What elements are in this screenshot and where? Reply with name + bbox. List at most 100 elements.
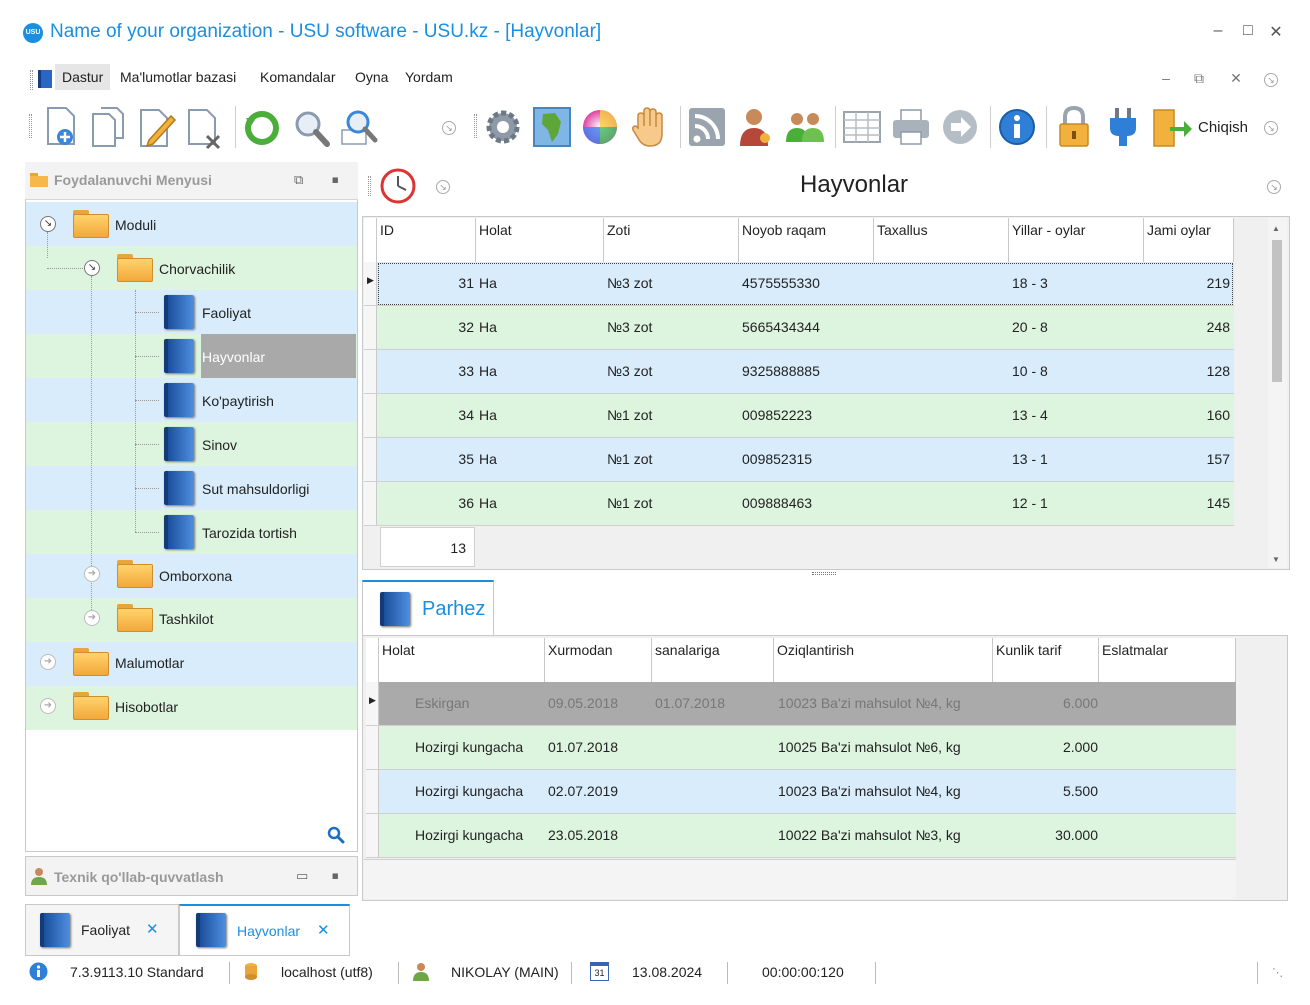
delete-record-icon[interactable] <box>183 104 225 150</box>
row-indicator[interactable] <box>364 394 377 438</box>
tree-label-faoliyat[interactable]: Faoliyat <box>202 305 251 321</box>
print-icon[interactable] <box>890 104 932 150</box>
exit-door-icon[interactable] <box>1150 104 1192 150</box>
column-header-eslatmalar[interactable]: Eslatmalar <box>1099 638 1236 682</box>
table-row[interactable]: 36 Ha №1 zot 009888463 12 - 1 145 <box>377 482 1234 526</box>
expand-icon[interactable]: ➜ <box>40 698 56 714</box>
mdi-minimize-icon[interactable]: – <box>1157 70 1175 86</box>
doc-tab-label[interactable]: Hayvonlar <box>237 923 300 939</box>
exit-button-label[interactable]: Chiqish <box>1198 119 1248 136</box>
row-indicator[interactable]: ▶ <box>364 262 377 306</box>
column-header-oziqlantirish[interactable]: Oziqlantirish <box>774 638 993 682</box>
column-header-sanalariga[interactable]: sanalariga <box>652 638 774 682</box>
menu-komandalar[interactable]: Komandalar <box>253 64 343 90</box>
close-icon[interactable]: ✕ <box>1266 22 1286 42</box>
splitter-handle[interactable] <box>812 572 836 575</box>
view-grip-handle[interactable] <box>368 176 371 196</box>
column-header-holat[interactable]: Holat <box>379 638 545 682</box>
search-icon[interactable] <box>290 104 332 150</box>
tree-label-tarozida-tortish[interactable]: Tarozida tortish <box>202 525 297 541</box>
column-header-id[interactable]: ID <box>377 218 476 262</box>
rss-feed-icon[interactable] <box>686 104 728 150</box>
menu-dastur[interactable]: Dastur <box>55 64 111 90</box>
column-header-xurmodan[interactable]: Xurmodan <box>545 638 652 682</box>
row-indicator[interactable] <box>364 438 377 482</box>
table-row[interactable]: Eskirgan 09.05.2018 01.07.2018 10023 Ba'… <box>379 682 1236 726</box>
edit-record-icon[interactable] <box>135 104 177 150</box>
column-header-zoti[interactable]: Zoti <box>604 218 739 262</box>
table-row[interactable]: Hozirgi kungacha 23.05.2018 10022 Ba'zi … <box>379 814 1236 858</box>
map-icon[interactable] <box>531 104 573 150</box>
toolbar-grip-handle[interactable] <box>29 114 32 138</box>
advanced-search-icon[interactable] <box>338 104 380 150</box>
column-header-holat[interactable]: Holat <box>476 218 604 262</box>
add-record-icon[interactable] <box>40 104 82 150</box>
column-header-jami-oylar[interactable]: Jami oylar <box>1144 218 1234 262</box>
expand-icon[interactable]: ➜ <box>40 654 56 670</box>
tree-label-moduli[interactable]: Moduli <box>115 217 156 233</box>
collapse-icon[interactable]: ↘ <box>40 216 56 232</box>
table-row[interactable]: Hozirgi kungacha 02.07.2019 10023 Ba'zi … <box>379 770 1236 814</box>
table-row[interactable]: 32 Ha №3 zot 5665434344 20 - 8 248 <box>377 306 1234 350</box>
forward-arrow-icon[interactable] <box>939 104 981 150</box>
scroll-down-icon[interactable]: ▼ <box>1272 555 1280 564</box>
table-grid-icon[interactable] <box>841 104 883 150</box>
copy-record-icon[interactable] <box>87 104 129 150</box>
pin-icon[interactable]: ⏹ <box>332 172 339 188</box>
tree-label-hayvonlar[interactable]: Hayvonlar <box>202 349 265 365</box>
plug-icon[interactable] <box>1102 104 1144 150</box>
row-indicator[interactable] <box>364 306 377 350</box>
pin-icon[interactable]: ⏹ <box>332 868 339 884</box>
restore-panel-icon[interactable]: ▭ <box>296 868 308 884</box>
row-indicator[interactable] <box>366 770 379 814</box>
menu-oyna[interactable]: Oyna <box>348 64 395 90</box>
menu-grip-handle[interactable] <box>30 70 33 90</box>
row-indicator[interactable] <box>364 482 377 526</box>
view-overflow-icon-2[interactable]: ↘ <box>1267 180 1281 194</box>
column-header-yillar-oylar[interactable]: Yillar - oylar <box>1009 218 1144 262</box>
clock-icon[interactable] <box>380 168 416 204</box>
toolbar-overflow-icon-2[interactable]: ↘ <box>1264 121 1278 135</box>
settings-gear-icon[interactable] <box>482 104 524 150</box>
maximize-icon[interactable]: □ <box>1238 22 1258 40</box>
scrollbar-thumb[interactable] <box>1272 240 1282 382</box>
tree-label-malumotlar[interactable]: Malumotlar <box>115 655 184 671</box>
table-row[interactable]: 35 Ha №1 zot 009852315 13 - 1 157 <box>377 438 1234 482</box>
menu-overflow-icon[interactable]: ↘ <box>1264 73 1278 87</box>
resize-grip-icon[interactable]: ⋱ <box>1272 966 1283 979</box>
info-icon[interactable] <box>996 104 1038 150</box>
table-row[interactable]: 33 Ha №3 zot 9325888885 10 - 8 128 <box>377 350 1234 394</box>
minimize-icon[interactable]: – <box>1208 22 1228 40</box>
row-indicator[interactable] <box>366 726 379 770</box>
tree-label-hisobotlar[interactable]: Hisobotlar <box>115 699 178 715</box>
refresh-icon[interactable] <box>241 104 283 150</box>
lock-icon[interactable] <box>1053 104 1095 150</box>
user-key-icon[interactable] <box>735 104 777 150</box>
mdi-restore-icon[interactable]: ⧉ <box>1190 70 1208 87</box>
tree-label-omborxona[interactable]: Omborxona <box>159 568 232 584</box>
table-row[interactable]: 31 Ha №3 zot 4575555330 18 - 3 219 <box>377 262 1234 306</box>
toolbar-grip-handle-2[interactable] <box>474 114 477 138</box>
toolbar-overflow-icon[interactable]: ↘ <box>442 121 456 135</box>
column-header-kunlik-tarif[interactable]: Kunlik tarif <box>993 638 1099 682</box>
column-header-noyob-raqam[interactable]: Noyob raqam <box>739 218 874 262</box>
menu-malumotlar-bazasi[interactable]: Ma'lumotlar bazasi <box>113 64 243 90</box>
hand-icon[interactable] <box>628 104 670 150</box>
table-row[interactable]: 34 Ha №1 zot 009852223 13 - 4 160 <box>377 394 1234 438</box>
color-palette-icon[interactable] <box>579 104 621 150</box>
tree-label-sinov[interactable]: Sinov <box>202 437 237 453</box>
table-row[interactable]: Hozirgi kungacha 01.07.2018 10025 Ba'zi … <box>379 726 1236 770</box>
row-indicator[interactable] <box>366 814 379 858</box>
view-overflow-icon[interactable]: ↘ <box>436 180 450 194</box>
menu-yordam[interactable]: Yordam <box>398 64 460 90</box>
expand-icon[interactable]: ➜ <box>84 566 100 582</box>
row-indicator[interactable] <box>364 350 377 394</box>
row-indicator[interactable]: ▶ <box>366 682 379 726</box>
collapse-icon[interactable]: ↘ <box>84 260 100 276</box>
tab-parhez-label[interactable]: Parhez <box>422 598 485 621</box>
tree-label-kopaytirish[interactable]: Ko'paytirish <box>202 393 274 409</box>
search-icon[interactable] <box>327 826 345 844</box>
doc-tab-label[interactable]: Faoliyat <box>81 922 130 938</box>
float-panel-icon[interactable]: ⧉ <box>294 172 303 188</box>
users-group-icon[interactable] <box>784 104 826 150</box>
